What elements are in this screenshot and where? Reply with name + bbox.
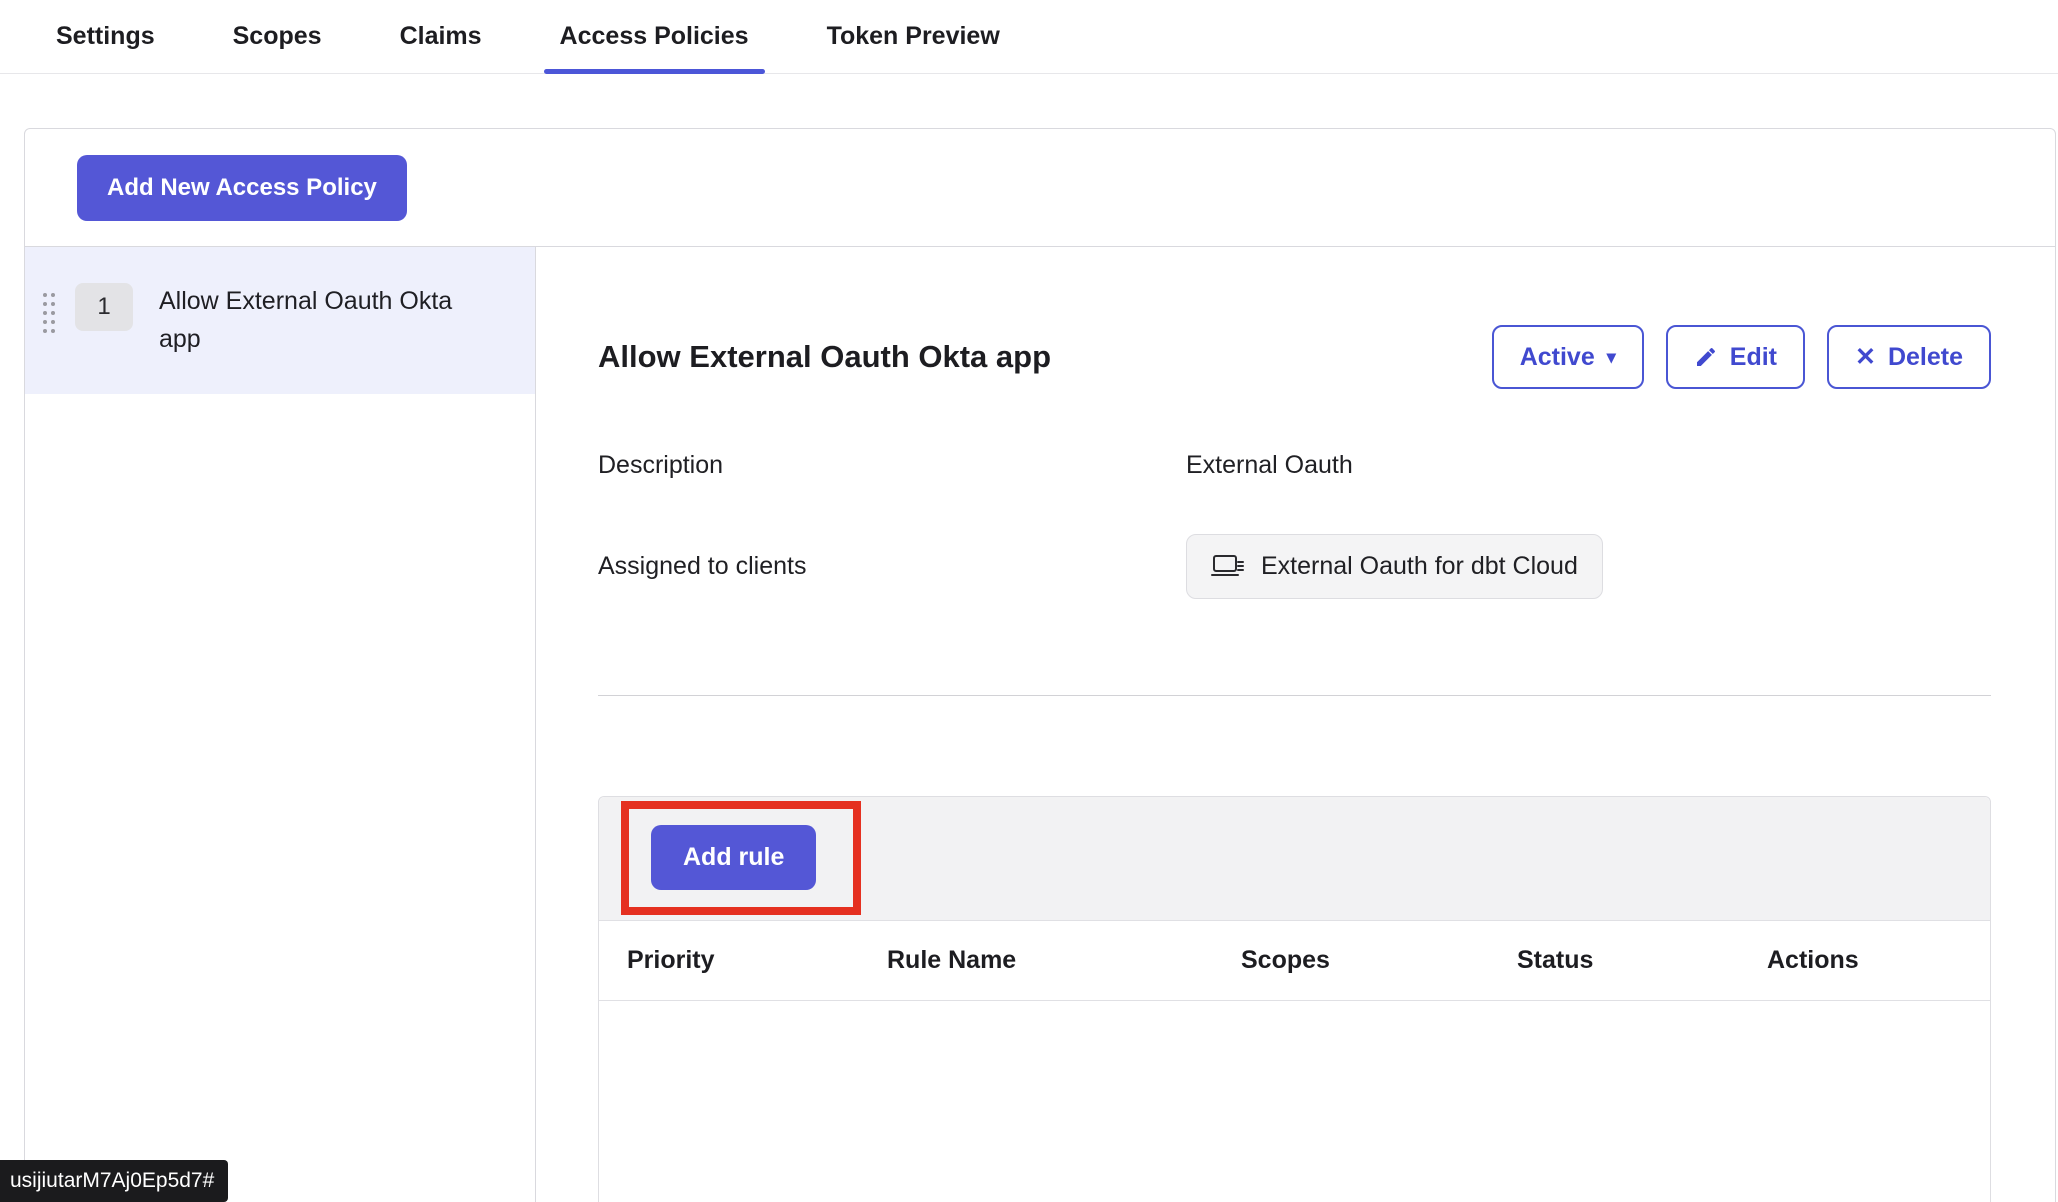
policy-detail: Allow External Oauth Okta app Active ▾ E… [536,247,2055,1202]
link-preview-status-bar: usijiutarM7Aj0Ep5d7# [0,1160,228,1202]
policy-name: Allow External Oauth Okta app [159,283,459,358]
column-header-actions: Actions [1767,946,1990,975]
rules-table-header: Priority Rule Name Scopes Status Actions [599,920,1990,1001]
rules-toolbar: Add rule [599,797,1990,920]
edit-policy-button[interactable]: Edit [1666,325,1805,389]
tab-access-policies-label: Access Policies [560,22,749,51]
add-new-access-policy-button[interactable]: Add New Access Policy [77,155,407,221]
delete-button-label: Delete [1888,343,1963,372]
add-rule-button[interactable]: Add rule [651,825,816,890]
policy-priority-badge: 1 [75,283,133,331]
description-value: External Oauth [1186,451,1991,480]
delete-policy-button[interactable]: ✕ Delete [1827,325,1991,389]
tab-claims[interactable]: Claims [384,0,498,73]
assigned-clients-row: Assigned to clients External Oauth for d… [598,534,1991,599]
pencil-icon [1694,345,1718,369]
column-header-priority: Priority [627,946,887,975]
column-header-status: Status [1517,946,1767,975]
computer-icon [1211,553,1245,581]
section-divider [598,695,1991,696]
policy-list: 1 Allow External Oauth Okta app [25,247,536,1202]
edit-button-label: Edit [1730,343,1777,372]
panel-header: Add New Access Policy [25,129,2055,247]
description-label: Description [598,451,1186,480]
active-status-label: Active [1520,343,1595,372]
access-policies-panel: Add New Access Policy 1 [24,128,2056,1202]
detail-title-row: Allow External Oauth Okta app Active ▾ E… [598,325,1991,389]
description-row: Description External Oauth [598,451,1991,480]
client-chip-label: External Oauth for dbt Cloud [1261,552,1578,581]
column-header-scopes: Scopes [1241,946,1517,975]
tab-access-policies[interactable]: Access Policies [544,0,765,73]
assigned-clients-label: Assigned to clients [598,552,1186,581]
policy-action-buttons: Active ▾ Edit ✕ Delete [1492,325,1991,389]
tab-bar: Settings Scopes Claims Access Policies T… [0,0,2058,74]
active-status-dropdown[interactable]: Active ▾ [1492,325,1644,389]
rules-card: Add rule Priority Rule Name Scopes Statu… [598,796,1991,1202]
policy-detail-title: Allow External Oauth Okta app [598,339,1051,375]
tab-token-preview[interactable]: Token Preview [811,0,1016,73]
chevron-down-icon: ▾ [1607,347,1616,368]
close-icon: ✕ [1855,342,1876,372]
panel-body: 1 Allow External Oauth Okta app Allow Ex… [25,247,2055,1202]
tab-claims-label: Claims [400,22,482,51]
tab-scopes-label: Scopes [233,22,322,51]
client-chip: External Oauth for dbt Cloud [1186,534,1603,599]
rules-table-body-empty [599,1001,1990,1202]
drag-handle-icon[interactable] [41,291,57,335]
policy-list-item[interactable]: 1 Allow External Oauth Okta app [25,247,535,394]
tab-token-preview-label: Token Preview [827,22,1000,51]
tab-scopes[interactable]: Scopes [217,0,338,73]
column-header-rule-name: Rule Name [887,946,1241,975]
tab-settings-label: Settings [56,22,155,51]
tab-settings[interactable]: Settings [40,0,171,73]
